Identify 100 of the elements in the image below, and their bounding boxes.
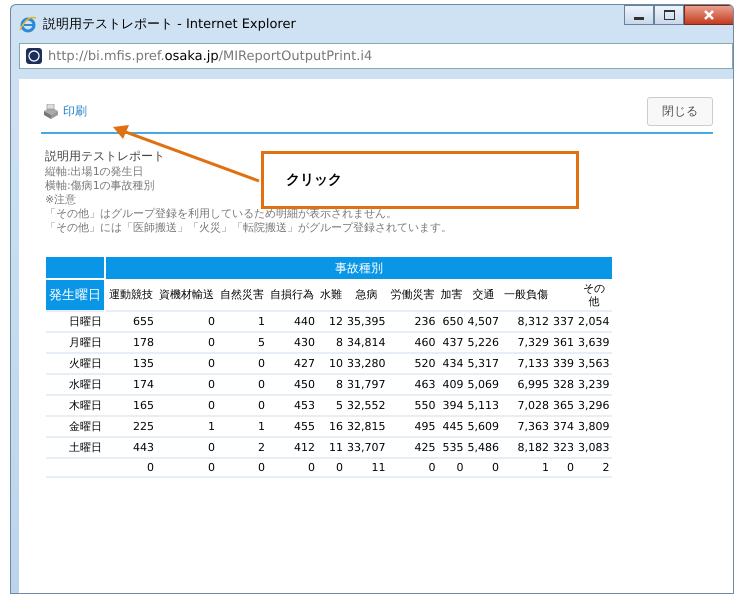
table-cell: 174 <box>133 378 154 391</box>
table-cell: 1 <box>258 420 265 433</box>
table-cell: 34,814 <box>347 336 386 349</box>
table-cell: 2,054 <box>578 315 610 328</box>
browser-logo-icon <box>19 15 37 33</box>
table-cell: 0 <box>567 461 574 474</box>
table-cell: 12 <box>329 315 343 328</box>
address-bar[interactable]: http://bi.mfis.pref.osaka.jp/MIReportOutputPrint.i4 <box>19 43 733 69</box>
table-cell: 3,563 <box>578 357 610 370</box>
table-cell: 5 <box>336 399 343 412</box>
table-cell: 8,312 <box>518 315 549 328</box>
table-cell: 178 <box>133 336 154 349</box>
maximize-button[interactable] <box>654 5 684 25</box>
table-cell: 409 <box>442 378 464 391</box>
table-cell: 0 <box>208 441 215 454</box>
table-cell: 33,707 <box>347 441 386 454</box>
table-cell: 0 <box>208 399 215 412</box>
site-icon <box>26 48 42 64</box>
table-cell: 2 <box>602 461 610 474</box>
table-cell: 3,639 <box>578 336 610 349</box>
table-cell: 7,133 <box>518 357 549 370</box>
column-header: 自然災害 <box>220 288 264 301</box>
table-cell: 328 <box>553 378 574 391</box>
column-header: その他 <box>582 282 606 308</box>
table-cell: 5,486 <box>468 441 499 454</box>
table-cell: 0 <box>258 357 265 370</box>
column-header: 資機材輸送 <box>159 288 214 301</box>
column-header: 一般負傷 <box>504 288 548 301</box>
table-cell: 0 <box>208 357 215 370</box>
table-cell: 7,329 <box>518 336 549 349</box>
table-cell: 6,995 <box>518 378 549 391</box>
table-cell: 425 <box>414 441 436 454</box>
table-cell: 453 <box>294 399 315 412</box>
table-cell: 7,028 <box>518 399 549 412</box>
url-text: http://bi.mfis.pref.osaka.jp/MIReportOutputPrint.i4 <box>48 48 372 64</box>
row-label: 木曜日 <box>69 399 102 412</box>
table-cell: 535 <box>442 441 464 454</box>
table-cell: 33,280 <box>347 357 386 370</box>
report-note: 「その他」には「医師搬送」「火災」「転院搬送」がグループ登録されています。 <box>45 221 452 235</box>
table-cell: 0 <box>208 315 215 328</box>
table-cell: 10 <box>329 357 343 370</box>
table-cell: 440 <box>294 315 315 328</box>
printer-icon <box>41 104 61 120</box>
table-cell: 0 <box>258 461 265 474</box>
table-cell: 339 <box>553 357 574 370</box>
close-report-button[interactable]: 閉じる <box>647 97 713 126</box>
row-label: 金曜日 <box>69 420 102 433</box>
header-cell <box>46 257 105 279</box>
table-cell: 361 <box>553 336 574 349</box>
report-note: ※注意 <box>45 193 76 207</box>
table-cell: 0 <box>208 336 215 349</box>
table-cell: 0 <box>456 461 464 474</box>
column-header: 運動競技 <box>109 288 153 301</box>
table-cell: 1 <box>258 315 265 328</box>
table-cell: 11 <box>329 441 343 454</box>
column-header: 交通 <box>472 288 494 301</box>
row-label: 日曜日 <box>69 315 102 328</box>
table-cell: 0 <box>208 461 215 474</box>
table-cell: 3,809 <box>578 420 610 433</box>
table-cell: 5,317 <box>468 357 499 370</box>
table-cell: 165 <box>133 399 154 412</box>
table-cell: 443 <box>133 441 154 454</box>
table-cell: 655 <box>133 315 154 328</box>
window-title: 説明用テストレポート - Internet Explorer <box>43 16 296 33</box>
table-cell: 445 <box>442 420 464 433</box>
table-cell: 394 <box>442 399 464 412</box>
table-cell: 0 <box>336 461 343 474</box>
table-cell: 4,507 <box>468 315 499 328</box>
table-cell: 0 <box>308 461 315 474</box>
column-header: 自損行為 <box>270 288 314 301</box>
table-cell: 31,797 <box>347 378 386 391</box>
table-cell: 463 <box>414 378 436 391</box>
table-cell: 3,296 <box>578 399 610 412</box>
minimize-button[interactable] <box>624 5 654 25</box>
table-cell: 0 <box>428 461 436 474</box>
table-cell: 0 <box>147 461 154 474</box>
table-cell: 1 <box>208 420 215 433</box>
table-cell: 8 <box>336 336 343 349</box>
table-cell: 437 <box>442 336 464 349</box>
close-button[interactable] <box>684 5 733 25</box>
table-cell: 7,363 <box>518 420 549 433</box>
table-cell: 8 <box>336 378 343 391</box>
row-label: 月曜日 <box>69 336 102 349</box>
table-cell: 412 <box>294 441 315 454</box>
table-cell: 35,395 <box>347 315 386 328</box>
table-cell: 5 <box>258 336 265 349</box>
table-cell: 323 <box>553 441 574 454</box>
print-link[interactable]: 印刷 <box>41 103 87 120</box>
table-cell: 495 <box>414 420 436 433</box>
row-label: 水曜日 <box>69 378 102 391</box>
report-note: 横軸:傷病1の事故種別 <box>45 179 155 193</box>
row-header: 発生曜日 <box>46 279 105 311</box>
table-cell: 450 <box>294 378 315 391</box>
close-icon <box>703 10 715 20</box>
table-cell: 460 <box>414 336 436 349</box>
column-header: 水難 <box>320 288 342 301</box>
table-cell: 0 <box>492 461 499 474</box>
table-cell: 32,552 <box>347 399 386 412</box>
table-cell: 225 <box>133 420 154 433</box>
table-cell: 5,113 <box>468 399 499 412</box>
